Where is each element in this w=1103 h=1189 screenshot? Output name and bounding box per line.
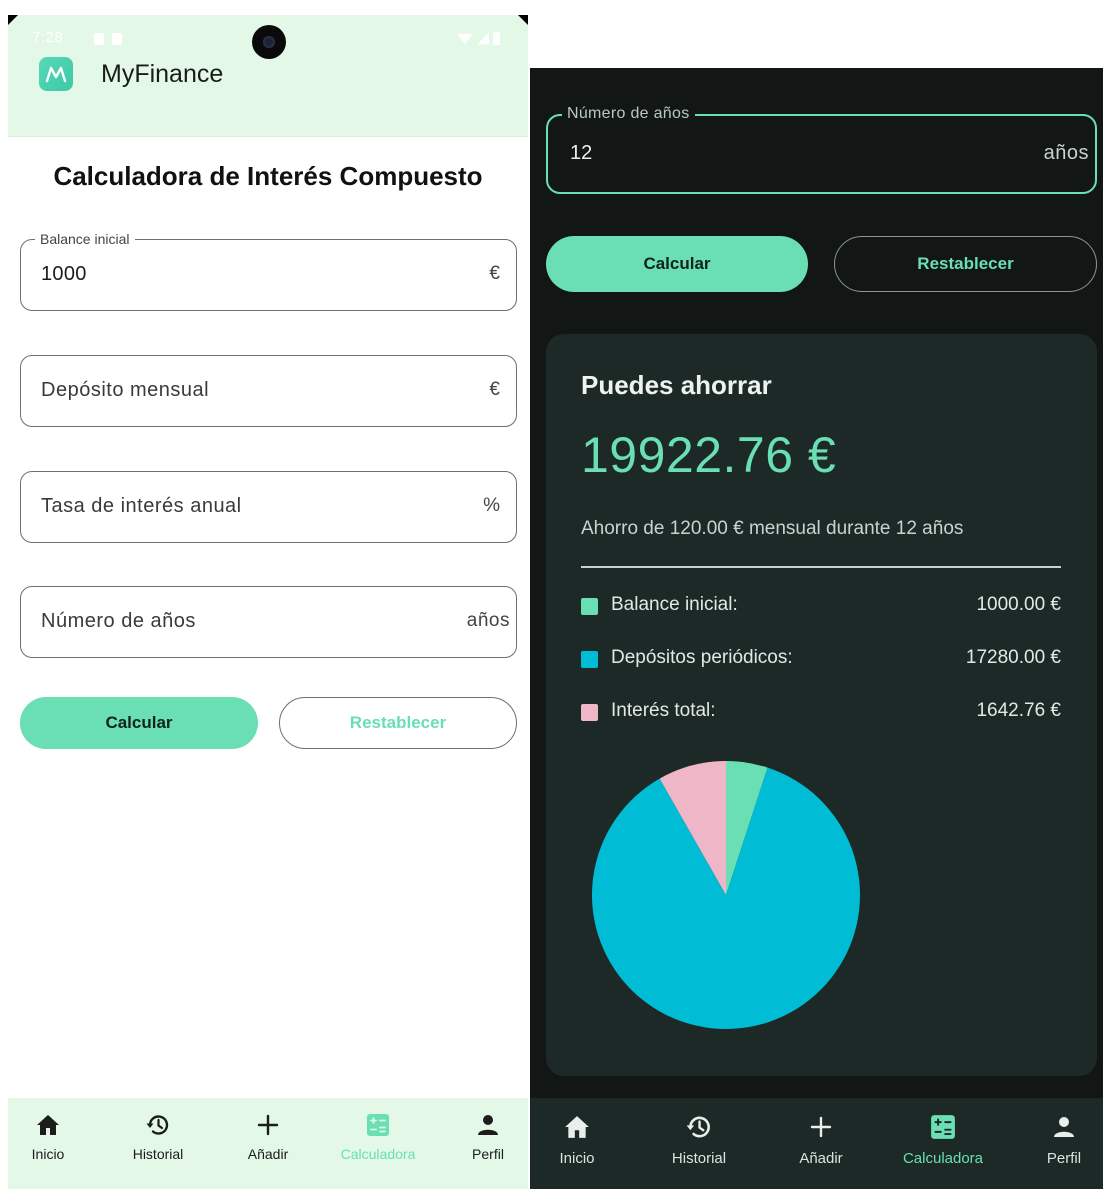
calculator-icon: [363, 1110, 393, 1140]
status-bar: 7:28: [8, 15, 528, 63]
wifi-icon: [457, 33, 473, 45]
monthly-deposit-field[interactable]: Depósito mensual €: [20, 355, 517, 427]
nav-label: Perfil: [1046, 1150, 1082, 1167]
bottom-navigation: Inicio Historial Añadir Calculadora Perf…: [8, 1098, 528, 1189]
result-heading: Puedes ahorrar: [581, 370, 772, 400]
nav-item-calculadora[interactable]: Calculadora: [888, 1098, 998, 1189]
reset-button[interactable]: Restablecer: [279, 697, 517, 749]
add-icon: [806, 1112, 836, 1142]
savings-pie-chart: [592, 761, 860, 1029]
annual-rate-field[interactable]: Tasa de interés anual %: [20, 471, 517, 543]
nav-item-perfil[interactable]: Perfil: [438, 1098, 528, 1189]
app-brand: MyFinance: [39, 57, 223, 91]
bottom-navigation: Inicio Historial Añadir Calculadora Perf…: [530, 1098, 1103, 1189]
divider: [581, 566, 1061, 568]
nav-label: Calculadora: [340, 1146, 416, 1162]
legend-value: 1642.76 €: [976, 700, 1061, 721]
nav-item-anadir[interactable]: Añadir: [218, 1098, 318, 1189]
nav-item-historial[interactable]: Historial: [108, 1098, 208, 1189]
years-placeholder: Número de años: [41, 610, 196, 632]
result-amount: 19922.76 €: [581, 427, 837, 483]
nav-item-historial[interactable]: Historial: [644, 1098, 754, 1189]
legend-row-interest: Interés total: 1642.76 €: [581, 698, 1061, 728]
percent-suffix: %: [483, 495, 500, 516]
screen-corner: [518, 15, 528, 25]
front-camera: [252, 25, 286, 59]
legend-label: Depósitos periódicos:: [611, 647, 793, 668]
initial-balance-value: 1000: [41, 263, 87, 285]
nav-label: Historial: [132, 1146, 184, 1162]
legend-swatch: [581, 651, 598, 668]
nav-label: Calculadora: [902, 1150, 984, 1167]
nav-label: Inicio: [31, 1146, 65, 1162]
legend-value: 1000.00 €: [976, 594, 1061, 615]
calculate-button[interactable]: Calcular: [20, 697, 258, 749]
nav-label: Historial: [671, 1150, 727, 1167]
years-label: Número de años: [562, 105, 695, 123]
euro-suffix: €: [489, 263, 500, 284]
years-suffix: años: [1043, 142, 1089, 164]
signal-icon: [477, 32, 489, 45]
nav-item-anadir[interactable]: Añadir: [766, 1098, 876, 1189]
nav-label: Perfil: [472, 1146, 504, 1162]
page-title: Calculadora de Interés Compuesto: [53, 161, 483, 191]
notification-icon: [94, 33, 104, 45]
nav-label: Añadir: [799, 1150, 843, 1167]
legend-value: 17280.00 €: [965, 647, 1061, 668]
nav-item-inicio[interactable]: Inicio: [8, 1098, 98, 1189]
person-icon: [1049, 1112, 1079, 1142]
nav-label: Inicio: [559, 1150, 595, 1167]
app-name: MyFinance: [101, 59, 224, 88]
battery-icon: [493, 32, 500, 45]
euro-suffix: €: [489, 379, 500, 400]
legend-row-deposits: Depósitos periódicos: 17280.00 €: [581, 645, 1061, 675]
person-icon: [473, 1110, 503, 1140]
app-bar: 7:28 MyFinance: [8, 15, 528, 137]
initial-balance-field[interactable]: Balance inicial 1000 €: [20, 231, 517, 311]
years-field[interactable]: Número de años 12 años: [546, 105, 1097, 194]
monthly-deposit-placeholder: Depósito mensual: [41, 379, 210, 401]
legend-label: Balance inicial:: [611, 594, 738, 615]
nav-item-calculadora[interactable]: Calculadora: [328, 1098, 428, 1189]
legend-swatch: [581, 598, 598, 615]
reset-button[interactable]: Restablecer: [834, 236, 1097, 292]
legend-swatch: [581, 704, 598, 721]
result-card: Puedes ahorrar 19922.76 € Ahorro de 120.…: [546, 334, 1097, 1076]
years-value: 12: [570, 142, 593, 164]
legend-row-initial-balance: Balance inicial: 1000.00 €: [581, 592, 1061, 622]
add-icon: [253, 1110, 283, 1140]
sim-icon: [112, 33, 122, 45]
dark-screen: Número de años 12 años Calcular Restable…: [530, 68, 1103, 1189]
status-icons: [457, 32, 500, 45]
nav-item-perfil[interactable]: Perfil: [1009, 1098, 1103, 1189]
home-icon: [562, 1112, 592, 1142]
comparison-page: 7:28 MyFinance Calculadora de Interés Co…: [0, 0, 1103, 1189]
app-logo-icon: [39, 57, 73, 91]
result-summary: Ahorro de 120.00 € mensual durante 12 añ…: [581, 518, 964, 539]
years-suffix: años: [466, 610, 510, 631]
initial-balance-label: Balance inicial: [35, 231, 135, 247]
home-icon: [33, 1110, 63, 1140]
nav-item-inicio[interactable]: Inicio: [530, 1098, 632, 1189]
history-icon: [684, 1112, 714, 1142]
status-time: 7:28: [32, 29, 64, 46]
annual-rate-placeholder: Tasa de interés anual: [41, 495, 242, 517]
legend-label: Interés total:: [611, 700, 716, 721]
nav-label: Añadir: [247, 1146, 289, 1162]
screen-corner: [8, 15, 18, 25]
history-icon: [143, 1110, 173, 1140]
light-screen: 7:28 MyFinance Calculadora de Interés Co…: [8, 15, 528, 1189]
calculate-button[interactable]: Calcular: [546, 236, 808, 292]
calculator-icon: [928, 1112, 958, 1142]
years-field[interactable]: Número de años años: [20, 586, 517, 658]
